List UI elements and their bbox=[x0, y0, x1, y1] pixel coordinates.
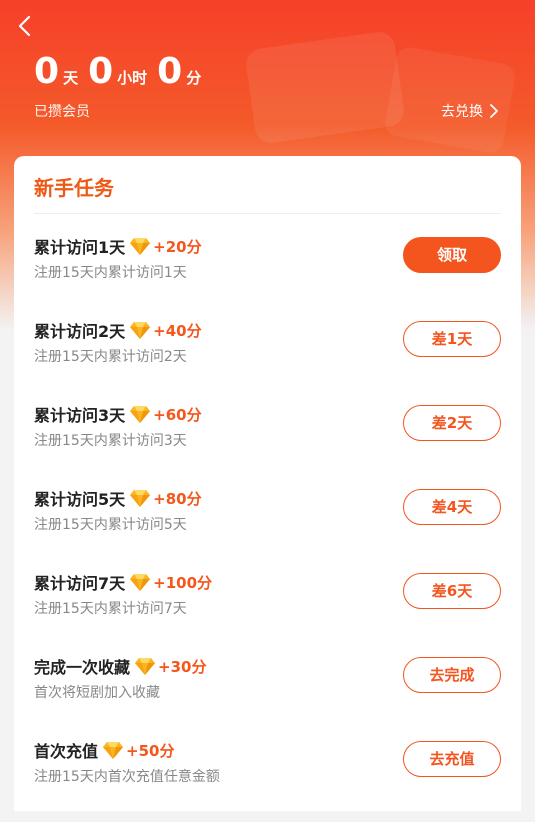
minutes-value: 0 bbox=[157, 51, 183, 92]
task-action-button[interactable]: 差6天 bbox=[403, 573, 501, 609]
task-title: 累计访问7天 bbox=[34, 574, 126, 593]
task-item: 累计访问2天 +40分 注册15天内累计访问2天 差1天 bbox=[34, 318, 501, 402]
task-item: 完成一次收藏 +30分 首次将短剧加入收藏 去完成 bbox=[34, 654, 501, 738]
task-title: 累计访问5天 bbox=[34, 490, 126, 509]
task-points: +50分 bbox=[126, 741, 175, 760]
diamond-icon bbox=[135, 658, 156, 675]
task-description: 注册15天内累计访问2天 bbox=[34, 349, 187, 365]
task-action-button[interactable]: 差2天 bbox=[403, 405, 501, 441]
task-points: +100分 bbox=[153, 573, 213, 592]
hours-value: 0 bbox=[88, 51, 114, 92]
days-unit: 天 bbox=[63, 69, 79, 87]
minutes-unit: 分 bbox=[186, 69, 202, 87]
task-action-button[interactable]: 领取 bbox=[403, 237, 501, 273]
diamond-icon bbox=[130, 406, 151, 423]
diamond-icon bbox=[130, 322, 151, 339]
hours-unit: 小时 bbox=[117, 69, 148, 87]
decorative-shape bbox=[244, 30, 406, 145]
task-title: 累计访问1天 bbox=[34, 238, 126, 257]
membership-countdown: 0 天 0 小时 0 分 bbox=[34, 52, 211, 92]
task-points: +40分 bbox=[153, 321, 202, 340]
task-points: +80分 bbox=[153, 489, 202, 508]
chevron-right-icon bbox=[490, 104, 498, 118]
task-description: 注册15天内累计访问1天 bbox=[34, 265, 187, 281]
diamond-icon bbox=[130, 490, 151, 507]
task-action-button[interactable]: 去完成 bbox=[403, 657, 501, 693]
redeem-label: 去兑换 bbox=[441, 104, 483, 120]
task-points: +20分 bbox=[153, 237, 202, 256]
diamond-icon bbox=[130, 574, 151, 591]
task-description: 注册15天内累计访问5天 bbox=[34, 517, 187, 533]
chevron-left-icon bbox=[18, 15, 31, 37]
membership-subtitle: 已攒会员 bbox=[34, 104, 90, 120]
task-points: +60分 bbox=[153, 405, 202, 424]
back-button[interactable] bbox=[14, 14, 38, 38]
task-description: 首次将短剧加入收藏 bbox=[34, 685, 160, 701]
divider bbox=[34, 213, 501, 214]
decorative-shape bbox=[383, 45, 517, 155]
task-item: 首次充值 +50分 注册15天内首次充值任意金额 去充值 bbox=[34, 738, 501, 822]
task-description: 注册15天内累计访问7天 bbox=[34, 601, 187, 617]
task-action-button[interactable]: 差4天 bbox=[403, 489, 501, 525]
task-title: 累计访问3天 bbox=[34, 406, 126, 425]
task-title: 累计访问2天 bbox=[34, 322, 126, 341]
task-title: 首次充值 bbox=[34, 742, 99, 761]
task-points: +30分 bbox=[158, 657, 207, 676]
task-description: 注册15天内累计访问3天 bbox=[34, 433, 187, 449]
task-action-button[interactable]: 差1天 bbox=[403, 321, 501, 357]
card-title: 新手任务 bbox=[34, 176, 114, 200]
task-item: 累计访问1天 +20分 注册15天内累计访问1天 领取 bbox=[34, 234, 501, 318]
newbie-tasks-card: 新手任务 累计访问1天 +20分 注册15天内累计访问1天 领取 累计访问2天 … bbox=[14, 156, 521, 811]
diamond-icon bbox=[103, 742, 124, 759]
task-item: 累计访问5天 +80分 注册15天内累计访问5天 差4天 bbox=[34, 486, 501, 570]
task-title: 完成一次收藏 bbox=[34, 658, 131, 677]
diamond-icon bbox=[130, 238, 151, 255]
task-action-button[interactable]: 去充值 bbox=[403, 741, 501, 777]
task-item: 累计访问7天 +100分 注册15天内累计访问7天 差6天 bbox=[34, 570, 501, 654]
task-item: 累计访问3天 +60分 注册15天内累计访问3天 差2天 bbox=[34, 402, 501, 486]
days-value: 0 bbox=[34, 51, 60, 92]
redeem-link[interactable]: 去兑换 bbox=[441, 101, 499, 121]
task-description: 注册15天内首次充值任意金额 bbox=[34, 769, 220, 785]
